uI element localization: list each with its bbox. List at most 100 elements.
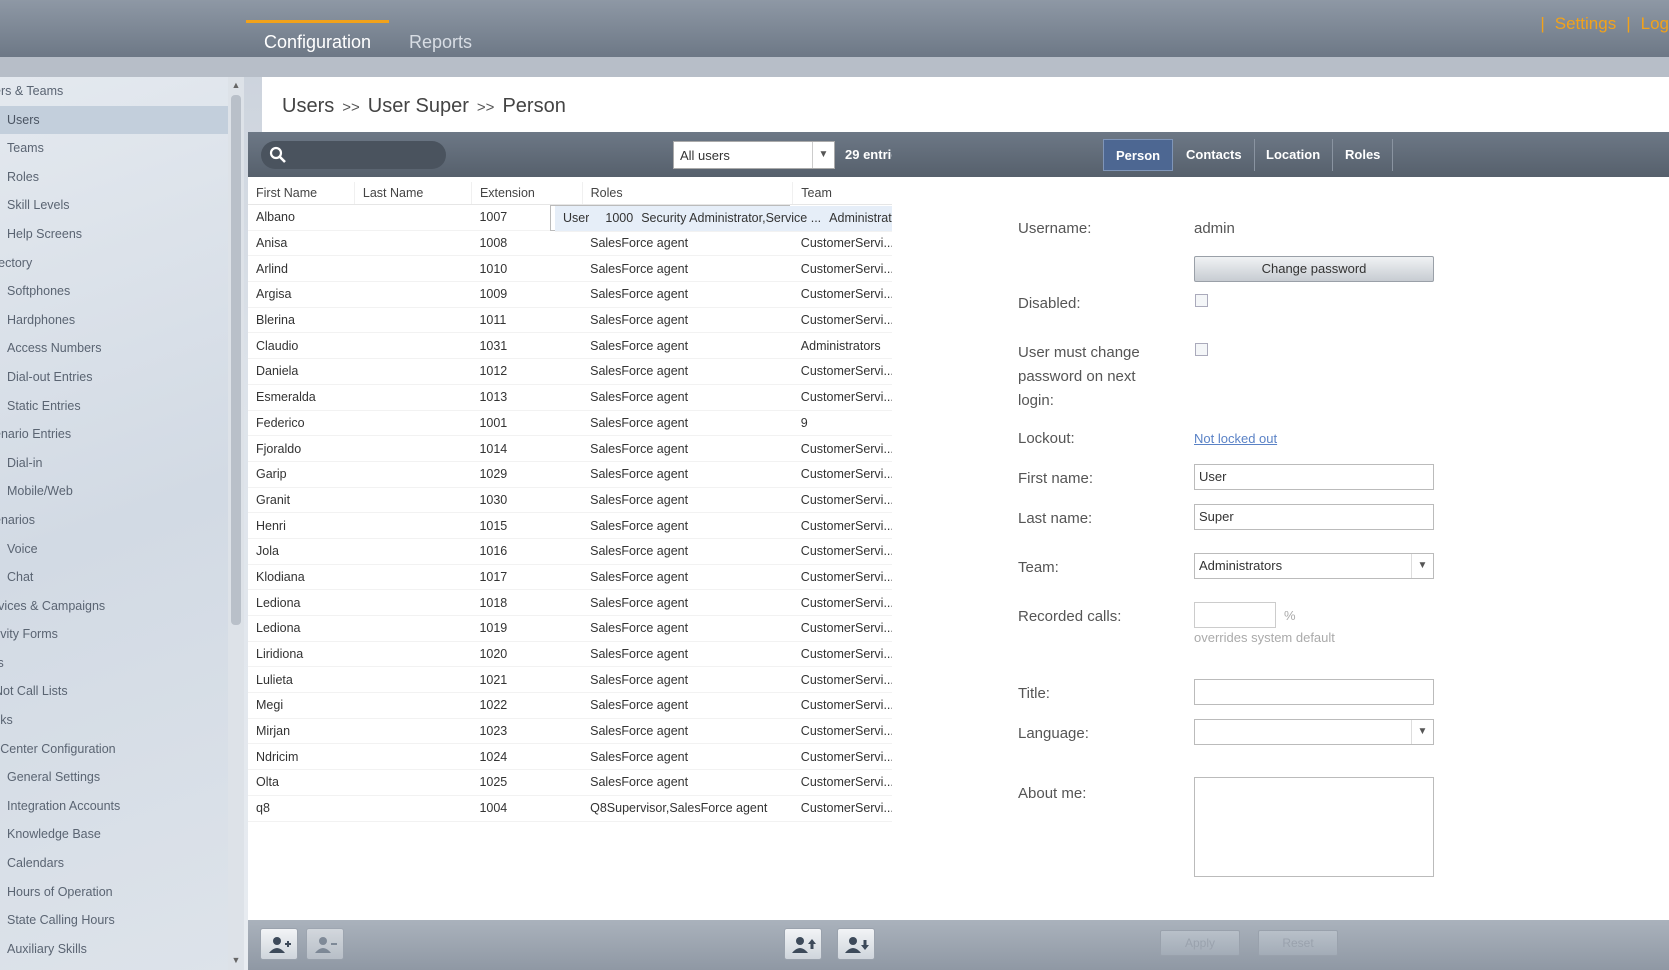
table-row[interactable]: Olta 1025 SalesForce agent CustomerServi... <box>248 769 904 796</box>
table-row[interactable]: Garip 1029 SalesForce agent CustomerServi..… <box>248 461 904 488</box>
scroll-down-icon[interactable]: ▼ <box>231 955 241 965</box>
table-row[interactable]: Daniela 1012 SalesForce agent CustomerServi… <box>248 358 904 385</box>
tab-contacts[interactable]: Contacts <box>1174 139 1255 171</box>
chevron-down-icon[interactable]: ▼ <box>1411 720 1433 744</box>
breadcrumb: Users >> User Super >> Person <box>282 95 566 118</box>
about-me-field[interactable] <box>1194 777 1434 877</box>
sidebar-item[interactable]: enarios <box>0 506 244 535</box>
disabled-checkbox[interactable] <box>1195 294 1208 307</box>
settings-link[interactable]: Settings <box>1555 14 1616 33</box>
table-row[interactable]: Jola 1016 SalesForce agent CustomerServi... <box>248 538 904 565</box>
sidebar-item[interactable]: rvices & Campaigns <box>0 592 244 621</box>
col-roles[interactable]: Roles <box>582 182 794 205</box>
tab-configuration[interactable]: Configuration <box>246 20 390 57</box>
sidebar-item[interactable]: Voice <box>0 535 244 564</box>
export-users-button[interactable] <box>837 928 875 960</box>
cell-first-name: Liridiona <box>248 641 355 668</box>
lockout-link[interactable]: Not locked out <box>1194 431 1277 446</box>
sidebar-item[interactable]: enario Entries <box>0 420 244 449</box>
sidebar-item[interactable]: Teams <box>0 134 244 163</box>
sidebar-item[interactable]: Static Entries <box>0 392 244 421</box>
recorded-calls-field[interactable] <box>1194 602 1276 628</box>
sidebar-item[interactable]: Auxiliary Skills <box>0 935 244 964</box>
table-row[interactable]: Liridiona 1020 SalesForce agent CustomerSer… <box>248 641 904 668</box>
table-row[interactable]: Mirjan 1023 SalesForce agent CustomerServi.… <box>248 718 904 745</box>
change-password-button[interactable]: Change password <box>1194 256 1434 282</box>
sidebar-item[interactable]: Softphones <box>0 277 244 306</box>
table-row[interactable]: Esmeralda 1013 SalesForce agent CustomerSer… <box>248 384 904 411</box>
sidebar-item[interactable]: Chat <box>0 563 244 592</box>
sidebar-item[interactable]: Dial-in <box>0 449 244 478</box>
sidebar-item[interactable]: Dial-out Entries <box>0 363 244 392</box>
sidebar-item[interactable]: Help Screens <box>0 220 244 249</box>
tab-reports[interactable]: Reports <box>391 20 490 57</box>
table-row[interactable]: Lulieta 1021 SalesForce agent CustomerServi… <box>248 666 904 694</box>
sidebar-item[interactable]: sks <box>0 706 244 735</box>
sidebar-item[interactable]: Knowledge Base <box>0 820 244 849</box>
chevron-down-icon[interactable]: ▼ <box>812 142 834 168</box>
reset-button[interactable]: Reset <box>1258 930 1338 956</box>
sidebar-item[interactable]: l Center Configuration <box>0 735 244 764</box>
breadcrumb-user-super[interactable]: User Super <box>368 95 469 117</box>
add-user-button[interactable] <box>260 928 298 960</box>
col-extension[interactable]: Extension <box>471 182 583 205</box>
import-users-button[interactable] <box>784 928 822 960</box>
team-select[interactable]: Administrators ▼ <box>1194 553 1434 579</box>
table-row[interactable]: Henri 1015 SalesForce agent CustomerServi..… <box>248 512 904 539</box>
sidebar-item[interactable]: State Calling Hours <box>0 906 244 935</box>
tab-roles[interactable]: Roles <box>1333 139 1394 171</box>
sidebar-item[interactable]: General Settings <box>0 763 244 792</box>
breadcrumb-users[interactable]: Users <box>282 95 334 117</box>
table-row[interactable]: Klodiana 1017 SalesForce agent CustomerServ… <box>248 564 904 591</box>
sidebar-item[interactable]: Integration Accounts <box>0 792 244 821</box>
table-row[interactable]: Blerina 1011 SalesForce agent CustomerServi… <box>248 307 904 334</box>
sidebar-item[interactable]: Access Numbers <box>0 334 244 363</box>
table-row[interactable]: Granit 1030 SalesForce agent CustomerServi.… <box>248 487 904 514</box>
sidebar-item[interactable]: Not Call Lists <box>0 677 244 706</box>
chevron-down-icon[interactable]: ▼ <box>1411 554 1433 578</box>
apply-button[interactable]: Apply <box>1160 930 1240 956</box>
table-row[interactable]: Arlind 1010 SalesForce agent CustomerServi.… <box>248 255 904 283</box>
sidebar-item[interactable]: rectory <box>0 249 244 278</box>
sidebar-scrollbar[interactable]: ▲ ▼ <box>228 77 244 970</box>
table-row[interactable]: User 1000 Security Administrator,Service .… <box>550 204 910 232</box>
sidebar-item[interactable]: Roles <box>0 163 244 192</box>
table-row[interactable]: Ndricim 1024 SalesForce agent CustomerServi… <box>248 743 904 771</box>
language-select[interactable]: ▼ <box>1194 719 1434 745</box>
table-row[interactable]: Megi 1022 SalesForce agent CustomerServi... <box>248 692 904 719</box>
table-row[interactable]: Argisa 1009 SalesForce agent CustomerServi.… <box>248 281 904 308</box>
table-row[interactable]: Fjoraldo 1014 SalesForce agent CustomerServ… <box>248 435 904 462</box>
sidebar-item[interactable]: Users <box>0 105 244 135</box>
logout-link[interactable]: Log <box>1641 14 1669 33</box>
sidebar-item[interactable]: tivity Forms <box>0 620 244 649</box>
tab-person[interactable]: Person <box>1103 139 1174 171</box>
sidebar-item[interactable]: Skill Levels <box>0 191 244 220</box>
col-team[interactable]: Team <box>792 182 904 205</box>
scroll-thumb[interactable] <box>231 95 241 625</box>
sidebar-item[interactable]: Calendars <box>0 849 244 878</box>
sidebar-item[interactable]: Hours of Operation <box>0 878 244 907</box>
table-row[interactable]: Claudio 1031 SalesForce agent Administrator… <box>248 332 904 360</box>
first-name-field[interactable]: User <box>1194 464 1434 490</box>
table-row[interactable]: Federico 1001 SalesForce agent 9 <box>248 410 904 437</box>
table-row[interactable]: q8 1004 Q8Supervisor,SalesForce agent Custo… <box>248 795 904 822</box>
remove-user-button[interactable] <box>306 928 344 960</box>
table-row[interactable]: Anisa 1008 SalesForce agent CustomerServi..… <box>248 230 904 257</box>
sidebar-item[interactable]: Mobile/Web <box>0 477 244 506</box>
title-field[interactable] <box>1194 679 1434 705</box>
col-last-name[interactable]: Last Name <box>354 182 472 205</box>
tab-location[interactable]: Location <box>1254 139 1334 171</box>
scroll-up-icon[interactable]: ▲ <box>231 80 241 90</box>
last-name-field[interactable]: Super <box>1194 504 1434 530</box>
must-change-password-checkbox[interactable] <box>1195 343 1208 356</box>
sidebar-item[interactable]: ers & Teams <box>0 77 244 106</box>
user-filter-select[interactable]: All users ▼ <box>673 141 835 169</box>
separator: | <box>1626 14 1631 33</box>
sidebar-item[interactable]: Hardphones <box>0 306 244 335</box>
col-first-name[interactable]: First Name <box>248 182 355 205</box>
breadcrumb-sep: >> <box>476 99 495 116</box>
table-row[interactable]: Lediona 1019 SalesForce agent CustomerServi… <box>248 615 904 642</box>
sidebar-item[interactable]: ts <box>0 649 244 678</box>
search-input[interactable] <box>261 141 446 169</box>
table-row[interactable]: Lediona 1018 SalesForce agent CustomerServi… <box>248 589 904 616</box>
